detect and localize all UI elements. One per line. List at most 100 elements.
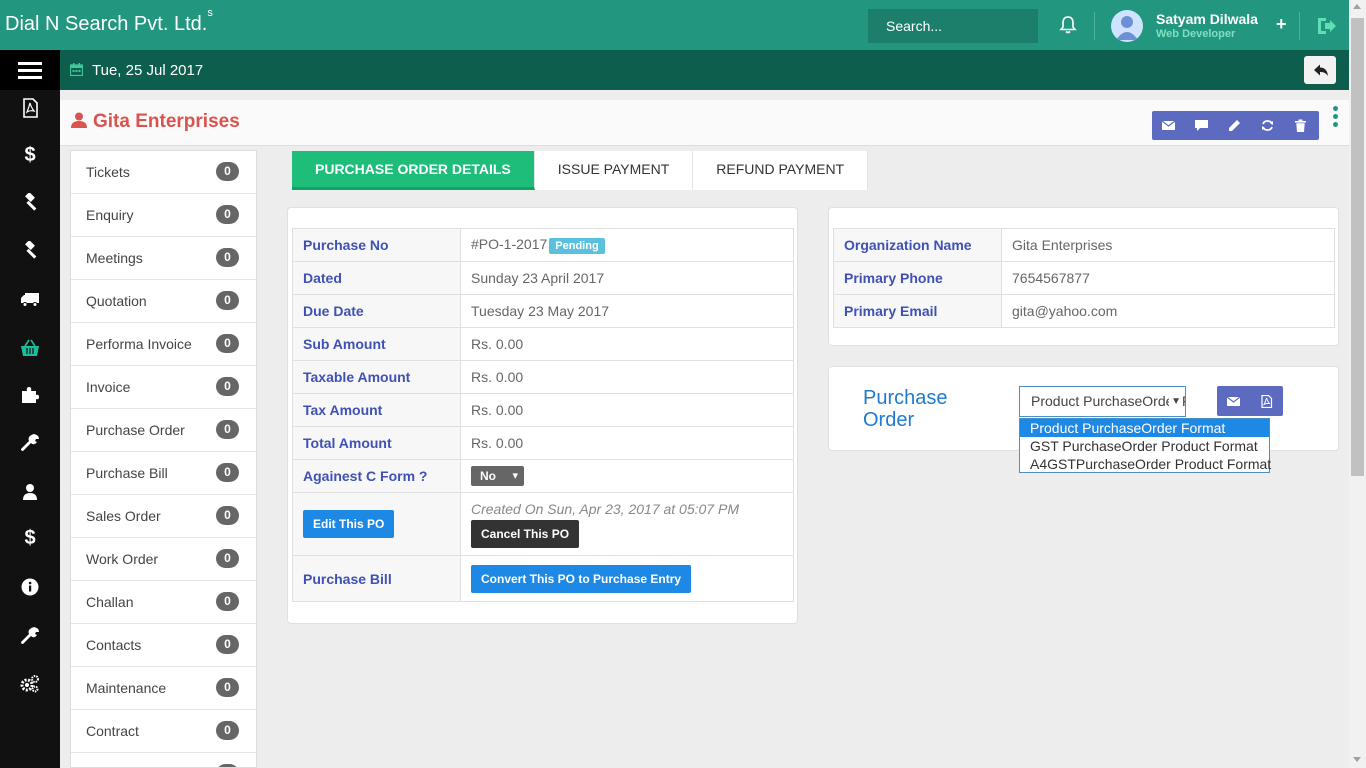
cancel-po-button[interactable]: Cancel This PO bbox=[471, 519, 580, 548]
organization-table: Organization Name Gita Enterprises Primar… bbox=[833, 228, 1335, 328]
table-row: Due Date Tuesday 23 May 2017 bbox=[292, 294, 794, 328]
icon-sidebar: $ $ bbox=[0, 90, 60, 768]
count-badge: 0 bbox=[216, 248, 239, 267]
table-row: Edit This PO Created On Sun, Apr 23, 201… bbox=[292, 492, 794, 556]
pdf-icon[interactable] bbox=[0, 86, 60, 129]
organization-card: Organization Name Gita Enterprises Primar… bbox=[828, 207, 1339, 346]
count-badge: 0 bbox=[216, 592, 239, 611]
comment-icon bbox=[1195, 120, 1208, 131]
tab-refund-payment[interactable]: REFUND PAYMENT bbox=[693, 151, 869, 190]
list-item-purchase-bill[interactable]: Purchase Bill 0 bbox=[71, 452, 256, 495]
organization-name: Gita Enterprises bbox=[1001, 228, 1335, 262]
primary-phone: 7654567877 bbox=[1001, 261, 1335, 295]
table-row: Againest C Form ? No bbox=[292, 459, 794, 493]
list-item-purchase-order[interactable]: Purchase Order 0 bbox=[71, 409, 256, 452]
c-form-select[interactable]: No bbox=[471, 466, 524, 486]
table-row: Primary Email gita@yahoo.com bbox=[833, 294, 1335, 328]
bell-icon[interactable] bbox=[1058, 15, 1078, 35]
format-select[interactable]: Product PurchaseOrder Format▼ bbox=[1019, 386, 1186, 417]
comment-button[interactable] bbox=[1185, 111, 1218, 140]
pdf-icon bbox=[1261, 394, 1273, 408]
dollar-icon[interactable]: $ bbox=[0, 134, 60, 177]
count-badge: 0 bbox=[216, 162, 239, 181]
list-item-invoice[interactable]: Invoice 0 bbox=[71, 366, 256, 409]
brand-title[interactable]: Dial N Search Pvt. Ltd.s bbox=[5, 7, 213, 36]
list-item-challan[interactable]: Challan 0 bbox=[71, 581, 256, 624]
format-option[interactable]: GST PurchaseOrder Product Format bbox=[1020, 437, 1269, 455]
count-badge: 0 bbox=[216, 678, 239, 697]
menu-toggle-button[interactable] bbox=[0, 50, 60, 90]
count-badge: 0 bbox=[216, 549, 239, 568]
list-item-contract[interactable]: Contract 0 bbox=[71, 710, 256, 753]
list-item-enquiry[interactable]: Enquiry 0 bbox=[71, 194, 256, 237]
refresh-icon bbox=[1262, 120, 1273, 131]
plus-icon[interactable]: + bbox=[1276, 14, 1287, 35]
gavel-icon[interactable] bbox=[0, 181, 60, 224]
action-toolbar bbox=[1152, 111, 1319, 140]
trash-icon bbox=[1295, 119, 1306, 132]
edit-po-button[interactable]: Edit This PO bbox=[303, 510, 395, 538]
purchase-order-label: Purchase Order bbox=[863, 387, 948, 431]
wrench-icon[interactable] bbox=[0, 421, 60, 464]
current-date: Tue, 25 Jul 2017 bbox=[92, 62, 204, 79]
back-button[interactable] bbox=[1304, 56, 1336, 84]
list-item[interactable]: 0 bbox=[71, 753, 256, 767]
list-item-performa-invoice[interactable]: Performa Invoice 0 bbox=[71, 323, 256, 366]
gavel-icon[interactable] bbox=[0, 229, 60, 272]
primary-email: gita@yahoo.com bbox=[1001, 294, 1335, 328]
scrollbar[interactable] bbox=[1349, 0, 1366, 768]
format-option[interactable]: A4GSTPurchaseOrder Product Format bbox=[1020, 455, 1271, 473]
pencil-icon bbox=[1229, 120, 1240, 131]
table-row: Sub Amount Rs. 0.00 bbox=[292, 327, 794, 361]
hamburger-icon bbox=[18, 62, 42, 65]
avatar[interactable] bbox=[1111, 10, 1143, 42]
count-badge: 0 bbox=[216, 205, 239, 224]
list-item-tickets[interactable]: Tickets 0 bbox=[71, 151, 256, 194]
pdf-format-button[interactable] bbox=[1250, 386, 1283, 416]
po-details-card: Purchase No #PO-1-2017 Pending Dated Sunda… bbox=[287, 207, 798, 624]
page-header: Gita Enterprises bbox=[60, 100, 1349, 146]
user-icon[interactable] bbox=[0, 470, 60, 513]
puzzle-icon[interactable] bbox=[0, 373, 60, 416]
format-option[interactable]: Product PurchaseOrder Format bbox=[1020, 419, 1269, 437]
scroll-up-icon[interactable] bbox=[1353, 4, 1361, 9]
scroll-thumb[interactable] bbox=[1351, 18, 1364, 476]
logout-icon[interactable] bbox=[1315, 15, 1337, 37]
tab-issue-payment[interactable]: ISSUE PAYMENT bbox=[535, 151, 694, 190]
caret-down-icon: ▼ bbox=[1169, 387, 1181, 416]
truck-icon[interactable] bbox=[0, 277, 60, 320]
tab-purchase-order-details[interactable]: PURCHASE ORDER DETAILS bbox=[292, 151, 535, 190]
po-details-table: Purchase No #PO-1-2017 Pending Dated Sunda… bbox=[292, 228, 794, 602]
basket-icon[interactable] bbox=[0, 326, 60, 369]
divider bbox=[1299, 12, 1300, 40]
list-item-maintenance[interactable]: Maintenance 0 bbox=[71, 667, 256, 710]
status-badge: Pending bbox=[549, 237, 605, 254]
user-name[interactable]: Satyam Dilwala bbox=[1156, 11, 1258, 27]
list-item-contacts[interactable]: Contacts 0 bbox=[71, 624, 256, 667]
list-item-meetings[interactable]: Meetings 0 bbox=[71, 237, 256, 280]
table-row: Purchase Bill Convert This PO to Purchas… bbox=[292, 555, 794, 602]
convert-po-button[interactable]: Convert This PO to Purchase Entry bbox=[471, 564, 692, 593]
email-format-button[interactable] bbox=[1217, 386, 1250, 416]
info-icon[interactable] bbox=[0, 565, 60, 608]
email-button[interactable] bbox=[1152, 111, 1185, 140]
more-options-icon[interactable] bbox=[1333, 106, 1339, 132]
refresh-button[interactable] bbox=[1251, 111, 1284, 140]
count-badge: 0 bbox=[216, 721, 239, 740]
format-actions bbox=[1217, 386, 1283, 416]
list-item-quotation[interactable]: Quotation 0 bbox=[71, 280, 256, 323]
edit-button[interactable] bbox=[1218, 111, 1251, 140]
scroll-down-icon[interactable] bbox=[1353, 757, 1361, 762]
gears-icon[interactable] bbox=[0, 662, 60, 705]
list-item-work-order[interactable]: Work Order 0 bbox=[71, 538, 256, 581]
wrench-icon[interactable] bbox=[0, 614, 60, 657]
delete-button[interactable] bbox=[1284, 111, 1317, 140]
table-row: Organization Name Gita Enterprises bbox=[833, 228, 1335, 262]
list-item-sales-order[interactable]: Sales Order 0 bbox=[71, 495, 256, 538]
date-bar: Tue, 25 Jul 2017 bbox=[60, 50, 1349, 90]
user-role: Web Developer bbox=[1156, 28, 1236, 40]
calendar-icon bbox=[70, 63, 83, 76]
reply-icon bbox=[1314, 64, 1328, 76]
search-input[interactable] bbox=[868, 9, 1038, 43]
dollar-icon[interactable]: $ bbox=[0, 517, 60, 560]
